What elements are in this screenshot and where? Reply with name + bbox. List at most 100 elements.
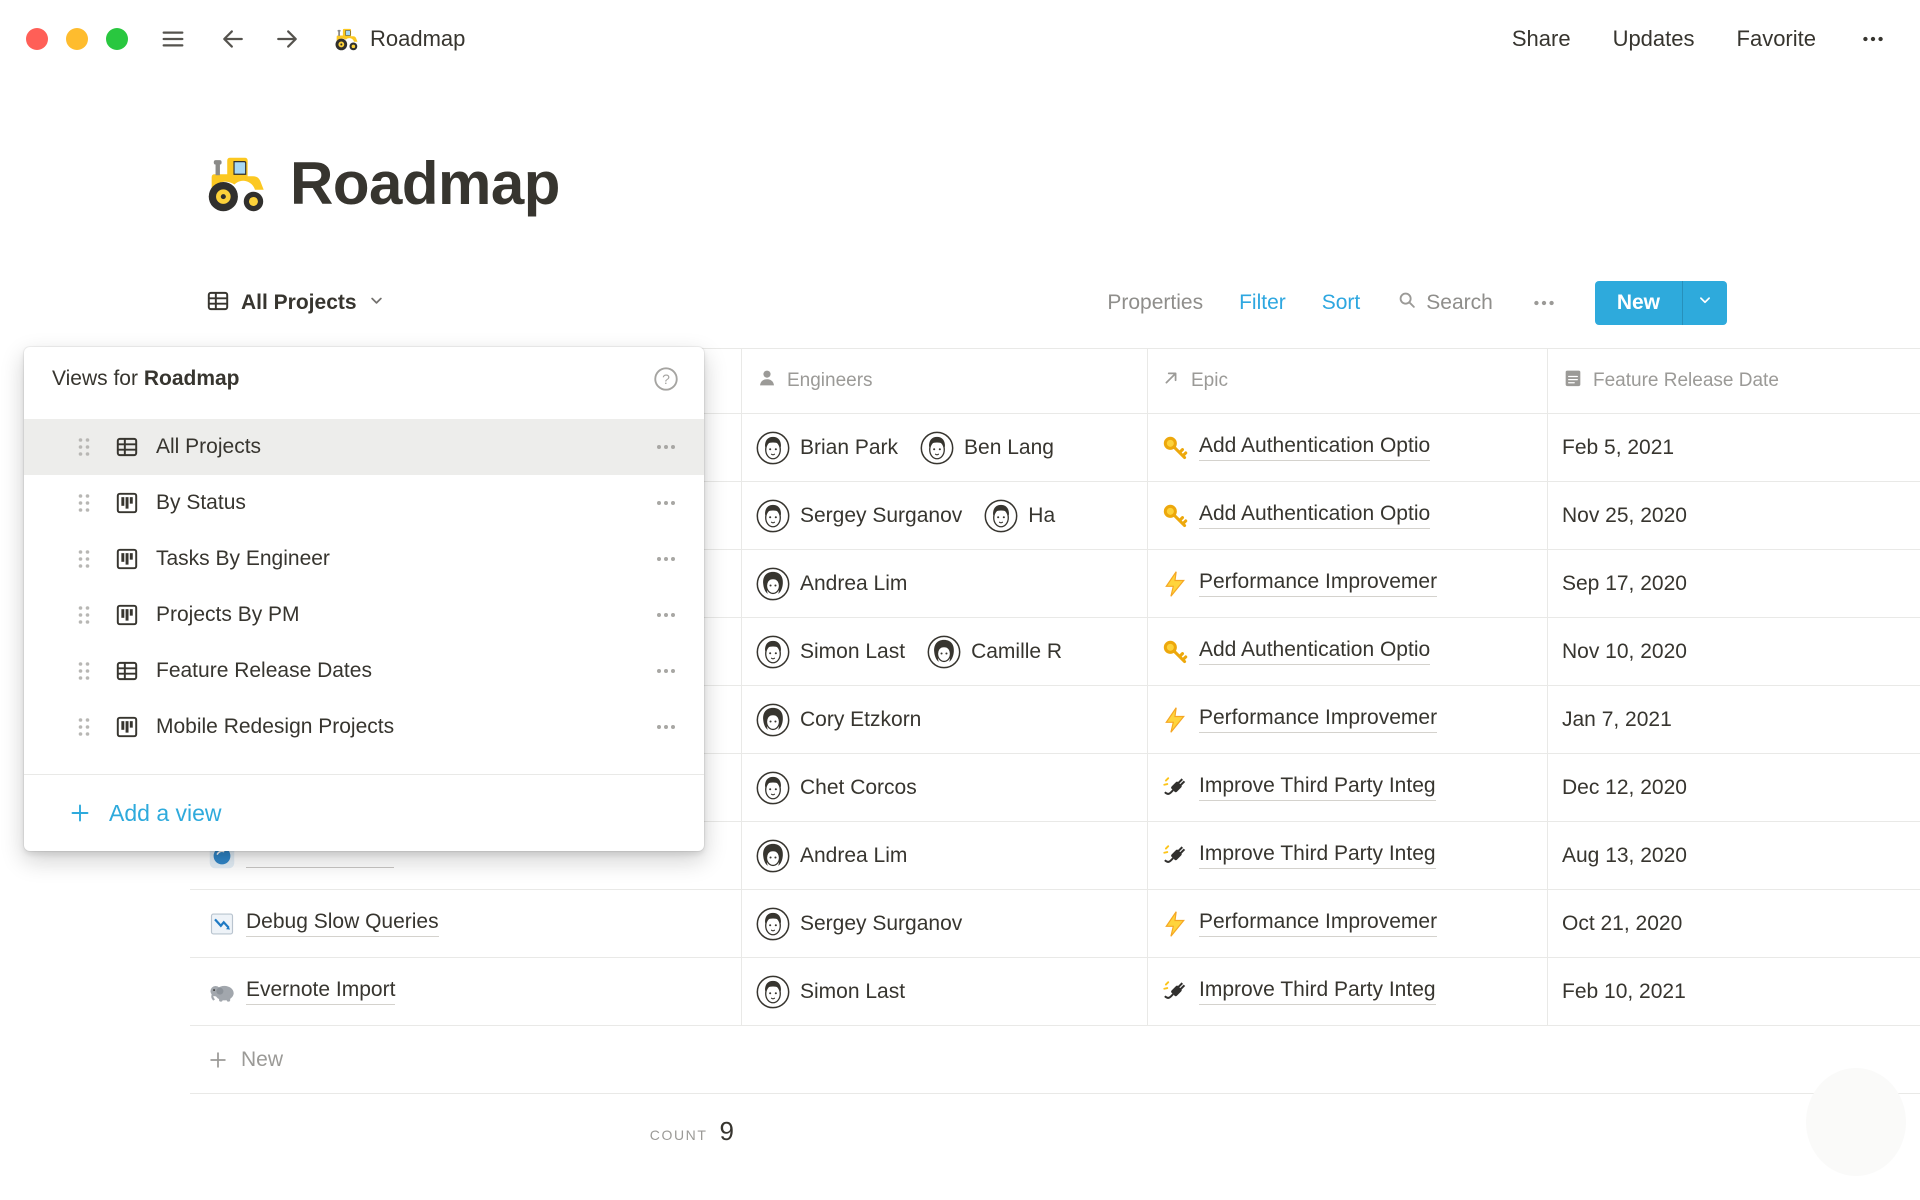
- epic-link[interactable]: Add Authentication Optio: [1199, 502, 1430, 529]
- filter-button[interactable]: Filter: [1239, 291, 1286, 315]
- more-options-icon[interactable]: [1858, 24, 1888, 54]
- date-cell[interactable]: Nov 10, 2020: [1548, 618, 1920, 685]
- epic-cell[interactable]: Performance Improvemer: [1148, 550, 1548, 617]
- close-window-button[interactable]: [26, 28, 48, 50]
- engineers-cell[interactable]: Brian ParkBen Lang: [742, 414, 1148, 481]
- engineer-name: Chet Corcos: [800, 776, 917, 800]
- properties-button[interactable]: Properties: [1107, 291, 1203, 315]
- epic-cell[interactable]: Improve Third Party Integ: [1148, 822, 1548, 889]
- project-name-cell[interactable]: Evernote Import: [190, 958, 742, 1025]
- dots-icon[interactable]: [654, 715, 678, 739]
- updates-button[interactable]: Updates: [1613, 26, 1695, 52]
- engineers-cell[interactable]: Sergey SurganovHa: [742, 482, 1148, 549]
- new-button-chevron[interactable]: [1683, 281, 1727, 325]
- engineers-cell[interactable]: Simon Last: [742, 958, 1148, 1025]
- avatar-male: [756, 771, 790, 805]
- view-list-item[interactable]: By Status: [24, 475, 704, 531]
- plug-icon: [1160, 977, 1190, 1007]
- add-row-button[interactable]: New: [190, 1026, 1920, 1094]
- drag-handle-icon[interactable]: [74, 603, 94, 627]
- project-title[interactable]: Debug Slow Queries: [246, 910, 439, 937]
- count-aggregate[interactable]: COUNT 9: [190, 1094, 742, 1147]
- zoom-window-button[interactable]: [106, 28, 128, 50]
- epic-link[interactable]: Add Authentication Optio: [1199, 638, 1430, 665]
- epic-link[interactable]: Performance Improvemer: [1199, 706, 1437, 733]
- date-cell[interactable]: Jan 7, 2021: [1548, 686, 1920, 753]
- new-button[interactable]: New: [1595, 281, 1727, 325]
- epic-link[interactable]: Add Authentication Optio: [1199, 434, 1430, 461]
- forward-icon[interactable]: [272, 24, 302, 54]
- avatar-male: [756, 499, 790, 533]
- view-list-item[interactable]: Mobile Redesign Projects: [24, 699, 704, 755]
- sort-button[interactable]: Sort: [1322, 291, 1361, 315]
- engineer-chip: Chet Corcos: [756, 771, 917, 805]
- view-list-item[interactable]: Tasks By Engineer: [24, 531, 704, 587]
- column-header-feature-release-date[interactable]: Feature Release Date: [1548, 349, 1920, 413]
- engineers-cell[interactable]: Andrea Lim: [742, 822, 1148, 889]
- dots-icon[interactable]: [654, 603, 678, 627]
- epic-link[interactable]: Improve Third Party Integ: [1199, 774, 1436, 801]
- toolbar-more-icon[interactable]: [1529, 288, 1559, 318]
- column-header-engineers[interactable]: Engineers: [742, 349, 1148, 413]
- epic-link[interactable]: Performance Improvemer: [1199, 570, 1437, 597]
- epic-cell[interactable]: Performance Improvemer: [1148, 890, 1548, 957]
- view-switcher[interactable]: All Projects: [205, 288, 386, 319]
- epic-cell[interactable]: Performance Improvemer: [1148, 686, 1548, 753]
- epic-cell[interactable]: Add Authentication Optio: [1148, 414, 1548, 481]
- date-cell[interactable]: Oct 21, 2020: [1548, 890, 1920, 957]
- page-title: Roadmap: [290, 149, 560, 218]
- avatar-male: [984, 499, 1018, 533]
- new-button-label[interactable]: New: [1595, 281, 1682, 325]
- engineers-cell[interactable]: Sergey Surganov: [742, 890, 1148, 957]
- epic-cell[interactable]: Add Authentication Optio: [1148, 482, 1548, 549]
- view-label: Tasks By Engineer: [156, 547, 330, 571]
- board-view-icon: [114, 602, 140, 628]
- engineers-cell[interactable]: Simon LastCamille R: [742, 618, 1148, 685]
- back-icon[interactable]: [218, 24, 248, 54]
- dots-icon[interactable]: [654, 547, 678, 571]
- engineers-cell[interactable]: Chet Corcos: [742, 754, 1148, 821]
- epic-link[interactable]: Performance Improvemer: [1199, 910, 1437, 937]
- drag-handle-icon[interactable]: [74, 435, 94, 459]
- engineers-cell[interactable]: Andrea Lim: [742, 550, 1148, 617]
- plug-icon: [1160, 773, 1190, 803]
- epic-link[interactable]: Improve Third Party Integ: [1199, 978, 1436, 1005]
- drag-handle-icon[interactable]: [74, 547, 94, 571]
- dots-icon[interactable]: [654, 435, 678, 459]
- epic-link[interactable]: Improve Third Party Integ: [1199, 842, 1436, 869]
- date-cell[interactable]: Feb 5, 2021: [1548, 414, 1920, 481]
- dots-icon[interactable]: [654, 491, 678, 515]
- add-view-button[interactable]: Add a view: [24, 775, 704, 851]
- search-icon: [1396, 289, 1418, 317]
- dots-icon[interactable]: [654, 659, 678, 683]
- epic-cell[interactable]: Improve Third Party Integ: [1148, 754, 1548, 821]
- view-list-item[interactable]: Feature Release Dates: [24, 643, 704, 699]
- add-view-label: Add a view: [109, 800, 222, 827]
- engineer-name: Andrea Lim: [800, 572, 907, 596]
- column-header-epic[interactable]: Epic: [1148, 349, 1548, 413]
- drag-handle-icon[interactable]: [74, 715, 94, 739]
- search-button[interactable]: Search: [1396, 289, 1493, 317]
- project-title[interactable]: Evernote Import: [246, 978, 395, 1005]
- epic-cell[interactable]: Add Authentication Optio: [1148, 618, 1548, 685]
- date-cell[interactable]: Feb 10, 2021: [1548, 958, 1920, 1025]
- avatar-female: [756, 839, 790, 873]
- favorite-button[interactable]: Favorite: [1737, 26, 1816, 52]
- date-cell[interactable]: Dec 12, 2020: [1548, 754, 1920, 821]
- date-cell[interactable]: Nov 25, 2020: [1548, 482, 1920, 549]
- minimize-window-button[interactable]: [66, 28, 88, 50]
- date-cell[interactable]: Sep 17, 2020: [1548, 550, 1920, 617]
- view-list-item[interactable]: All Projects: [24, 419, 704, 475]
- view-list-item[interactable]: Projects By PM: [24, 587, 704, 643]
- drag-handle-icon[interactable]: [74, 659, 94, 683]
- share-button[interactable]: Share: [1512, 26, 1571, 52]
- engineers-cell[interactable]: Cory Etzkorn: [742, 686, 1148, 753]
- date-cell[interactable]: Aug 13, 2020: [1548, 822, 1920, 889]
- epic-cell[interactable]: Improve Third Party Integ: [1148, 958, 1548, 1025]
- avatar-male: [756, 907, 790, 941]
- drag-handle-icon[interactable]: [74, 491, 94, 515]
- zap-icon: [1160, 705, 1190, 735]
- project-name-cell[interactable]: Debug Slow Queries: [190, 890, 742, 957]
- sidebar-menu-icon[interactable]: [158, 24, 188, 54]
- help-icon[interactable]: ?: [652, 365, 680, 393]
